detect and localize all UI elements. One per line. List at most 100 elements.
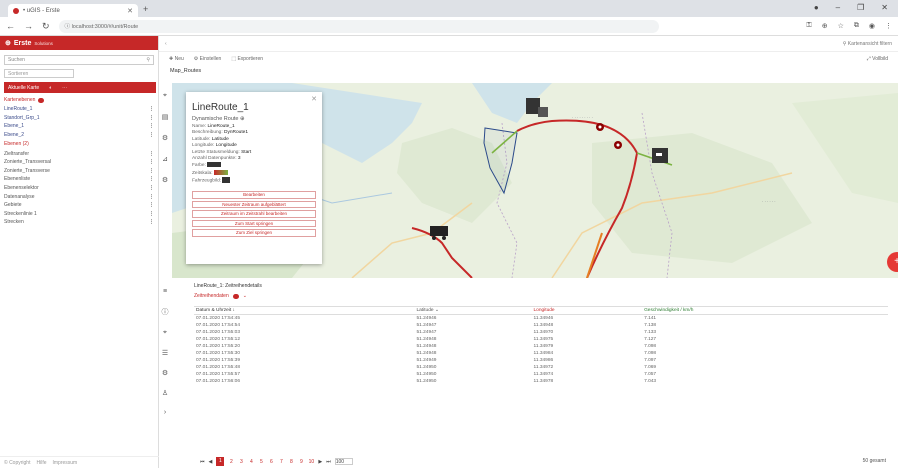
reload-icon[interactable]: ↻ [42,21,50,32]
zoom-icon[interactable]: ⊕ [822,22,828,30]
kebab-icon[interactable]: ⋮ [149,159,154,165]
table-row[interactable]: 07.01.2020 17:55:48 51.24950 11.34972 7.069 [194,364,888,371]
layers-icon[interactable]: ▤ [162,113,169,121]
maximize-button[interactable]: ❐ [857,3,864,12]
section-layers[interactable]: Ebenen (2) [0,139,158,149]
new-tab-button[interactable]: + [143,4,148,14]
edit-button[interactable]: Bearbeiten [192,191,316,199]
kebab-icon[interactable]: ⋮ [149,123,154,129]
profile-icon[interactable]: ● [814,3,819,12]
prev-page-button[interactable]: ◀ [209,459,213,465]
column-header-datetime[interactable]: Datum & Uhrzeit ↓ [194,306,415,315]
table-row[interactable]: 07.01.2020 17:54:54 51.24947 11.34948 7.138 [194,322,888,329]
settings-icon[interactable]: ⚙ [162,134,168,142]
column-header-longitude[interactable]: Longitude [531,306,643,315]
kebab-icon[interactable]: ⋮ [149,168,154,174]
kebab-icon[interactable]: ⋮ [149,194,154,200]
page-link[interactable]: 7 [278,459,284,465]
close-tab-icon[interactable]: ✕ [127,7,133,15]
account-icon[interactable]: ◉ [869,22,875,30]
help-link[interactable]: Hilfe [36,460,46,466]
page-link[interactable]: 3 [238,459,244,465]
imprint-link[interactable]: Impressum [53,460,78,466]
export-button[interactable]: ⬚ Exportieren [231,56,263,62]
latest-period-button[interactable]: Neuester Zeitraum aufgeblättert [192,200,316,209]
info-icon[interactable]: ⓘ [162,307,169,317]
table-row[interactable]: 07.01.2020 17:55:57 51.24950 11.34974 7.057 [194,371,888,378]
page-link[interactable]: 10 [308,459,315,465]
kebab-icon[interactable]: ⋮ [149,151,154,157]
sidebar-search-input[interactable]: Suchen ⚲ [4,55,154,65]
sidebar-item-layer[interactable]: Standort_Grp_1 ⋮ [0,114,158,123]
sidebar-item-layer[interactable]: Ebene_2 ⋮ [0,131,158,140]
page-link[interactable]: 6 [268,459,274,465]
kebab-icon[interactable]: ⋮ [149,219,154,225]
kebab-icon[interactable]: ⋮ [149,115,154,121]
list-icon[interactable]: ☰ [162,349,168,357]
map-pin-icon[interactable] [614,141,622,149]
sidebar-item-layer[interactable]: Ebene_1 ⋮ [0,122,158,131]
url-input[interactable]: ⓘ localhost:3000/#/unit/Route [58,19,659,33]
first-page-button[interactable]: ⏮ [200,459,205,465]
jump-start-button[interactable]: Zum Start springen [192,219,316,228]
table-row[interactable]: 07.01.2020 17:55:20 51.24948 11.34979 7.098 [194,343,888,350]
copyright-link[interactable]: © Copyright [4,460,30,466]
options-icon[interactable]: ⋯ [62,85,67,91]
extension-icon[interactable]: ⧉ [854,22,859,30]
sidebar-active-map[interactable]: Aktuelle Karte ◐ ⋯ [4,82,156,93]
table-row[interactable]: 07.01.2020 17:55:12 51.24948 11.34975 7.127 [194,336,888,343]
search-icon[interactable]: ⚲ [146,57,150,63]
browser-tab[interactable]: • uGIS - Erste ✕ [8,4,138,17]
page-current[interactable]: 1 [216,457,225,466]
edit-timeline-button[interactable]: Zeitraum im Zeitstrahl bearbeiten [192,210,316,218]
page-link[interactable]: 2 [228,459,234,465]
table-row[interactable]: 07.01.2020 17:55:30 51.24948 11.34984 7.098 [194,350,888,357]
settings-icon[interactable]: ⚙ [162,369,168,377]
kebab-icon[interactable]: ⋮ [149,106,154,112]
ruler-icon[interactable]: ⊿ [162,155,168,163]
kebab-icon[interactable]: ⋮ [149,211,154,217]
layers-icon[interactable]: ≡ [163,288,167,295]
forward-arrow-icon[interactable]: → [24,21,33,31]
sidebar-item-layer[interactable]: Datenanalyse ⋮ [0,192,158,201]
table-row[interactable]: 07.01.2020 17:54:45 51.24946 11.34946 7.141 [194,315,888,322]
close-icon[interactable]: ✕ [311,95,317,103]
minimize-button[interactable]: – [836,3,840,12]
sidebar-item-layer[interactable]: Gebiete ⋮ [0,201,158,210]
kebab-icon[interactable]: ⋮ [149,202,154,208]
page-link[interactable]: 9 [298,459,304,465]
page-link[interactable]: 8 [288,459,294,465]
star-icon[interactable]: ☆ [838,22,844,30]
chevron-down-icon[interactable]: ⌄ [243,293,247,299]
toggle-icon[interactable]: ◐ [49,85,52,91]
table-row[interactable]: 07.01.2020 17:56:06 51.24950 11.34978 7.043 [194,378,888,385]
gear-icon[interactable]: ⚙ [162,176,168,184]
section-map-layers[interactable]: Kartenebenen [0,95,158,105]
new-button[interactable]: ✚ Neu [169,56,184,62]
page-link[interactable]: 5 [258,459,264,465]
tab-timeseries[interactable]: Zeitreihendaten ⌄ [194,293,247,299]
sidebar-item-layer[interactable]: Ebenenselektor ⋮ [0,184,158,193]
table-row[interactable]: 07.01.2020 17:55:39 51.24949 11.34986 7.097 [194,357,888,364]
sidebar-item-layer[interactable]: Streckenlinie 1 ⋮ [0,210,158,219]
kebab-icon[interactable]: ⋮ [149,185,154,191]
map-filter-link[interactable]: ⚲ Kartenansicht filtern [843,41,892,47]
fullscreen-button[interactable]: ⤢ Vollbild [867,56,888,62]
close-window-button[interactable]: ✕ [881,3,888,12]
kebab-icon[interactable]: ⋮ [149,176,154,182]
page-link[interactable]: 4 [248,459,254,465]
user-icon[interactable]: ♙ [162,389,168,397]
settings-button[interactable]: ⚙ Einstellen [194,56,222,62]
arrow-icon[interactable]: › [164,409,166,416]
sidebar-item-layer[interactable]: Zieltransfer ⋮ [0,149,158,158]
vehicle-marker[interactable] [652,148,668,163]
menu-icon[interactable]: ⋮ [885,22,892,30]
back-arrow-icon[interactable]: ← [6,21,15,31]
key-icon[interactable]: ⚿ [806,22,811,30]
collapse-icon[interactable]: ‹ [165,41,167,47]
last-page-button[interactable]: ⏭ [326,459,331,465]
page-size-select[interactable]: 100 [334,458,353,465]
sidebar-item-layer[interactable]: Zonierte_Transverse ⋮ [0,167,158,176]
pin-icon[interactable]: ⌖ [163,92,167,100]
kebab-icon[interactable]: ⋮ [149,132,154,138]
